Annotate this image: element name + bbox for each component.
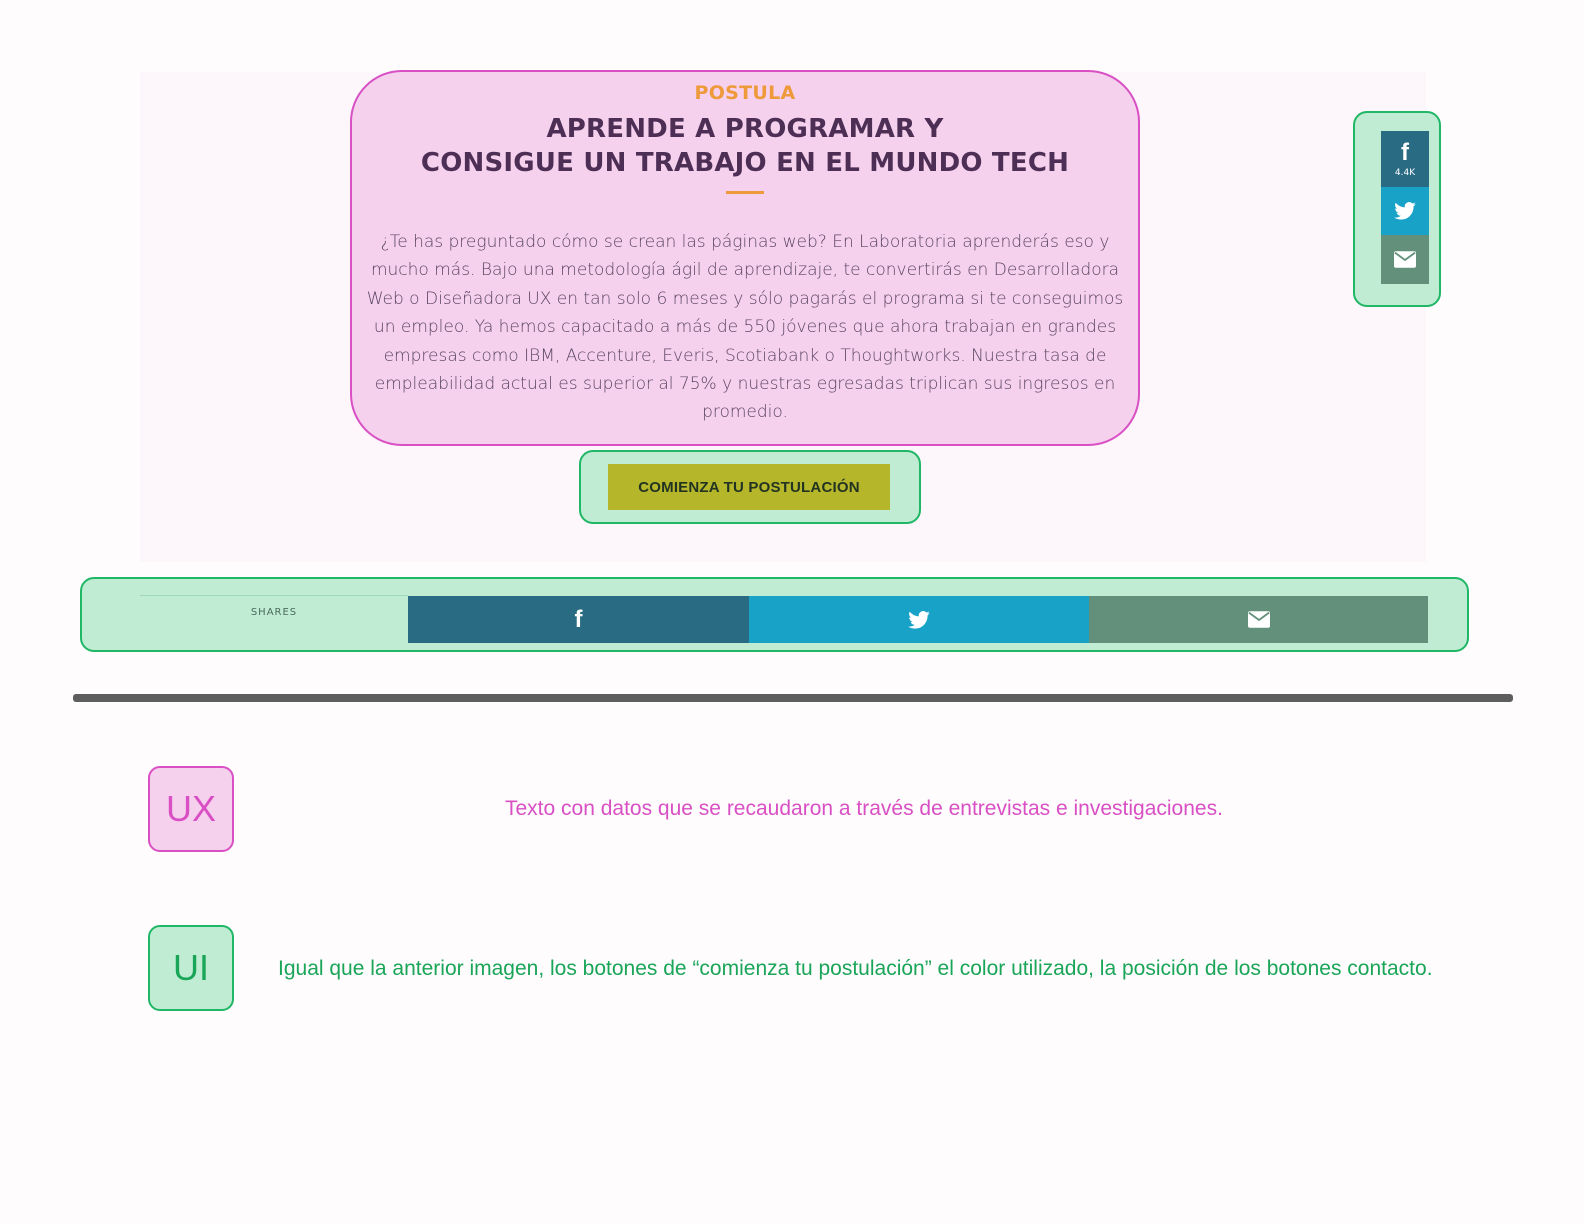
floating-share-panel: f 4.4K xyxy=(1353,111,1441,307)
section-divider xyxy=(73,694,1513,702)
headline-line-2: CONSIGUE UN TRABAJO EN EL MUNDO TECH xyxy=(420,148,1070,178)
email-icon xyxy=(1394,251,1416,268)
twitter-icon xyxy=(1394,202,1416,220)
facebook-icon: f xyxy=(1401,138,1409,166)
eyebrow-label: POSTULA xyxy=(694,82,796,104)
ui-annotation: Igual que la anterior imagen, los botone… xyxy=(278,957,1433,980)
shares-label: SHARES xyxy=(140,595,408,643)
ui-tag: UI xyxy=(148,925,234,1011)
headline-line-1: APRENDE A PROGRAMAR Y xyxy=(546,114,944,144)
email-share-bar-button[interactable] xyxy=(1089,596,1428,643)
twitter-icon xyxy=(908,610,930,629)
ux-tag: UX xyxy=(148,766,234,852)
twitter-share-bar-button[interactable] xyxy=(749,596,1089,643)
title-underline xyxy=(726,191,764,194)
share-bar: SHARES f xyxy=(80,577,1469,652)
hero-description: ¿Te has preguntado cómo se crean las pág… xyxy=(366,232,1124,423)
email-icon xyxy=(1247,611,1270,628)
facebook-share-button[interactable]: f 4.4K xyxy=(1381,131,1429,187)
facebook-icon: f xyxy=(574,605,583,633)
cta-highlight: COMIENZA TU POSTULACIÓN xyxy=(579,450,921,524)
hero-card: POSTULA APRENDE A PROGRAMAR Y CONSIGUE U… xyxy=(350,70,1140,446)
facebook-share-bar-button[interactable]: f xyxy=(408,596,749,643)
facebook-share-count: 4.4K xyxy=(1394,167,1416,178)
email-share-button[interactable] xyxy=(1381,235,1429,284)
start-application-button[interactable]: COMIENZA TU POSTULACIÓN xyxy=(608,464,890,510)
ux-annotation: Texto con datos que se recaudaron a trav… xyxy=(505,797,1223,820)
twitter-share-button[interactable] xyxy=(1381,187,1429,235)
page-title: APRENDE A PROGRAMAR Y CONSIGUE UN TRABAJ… xyxy=(352,112,1138,180)
